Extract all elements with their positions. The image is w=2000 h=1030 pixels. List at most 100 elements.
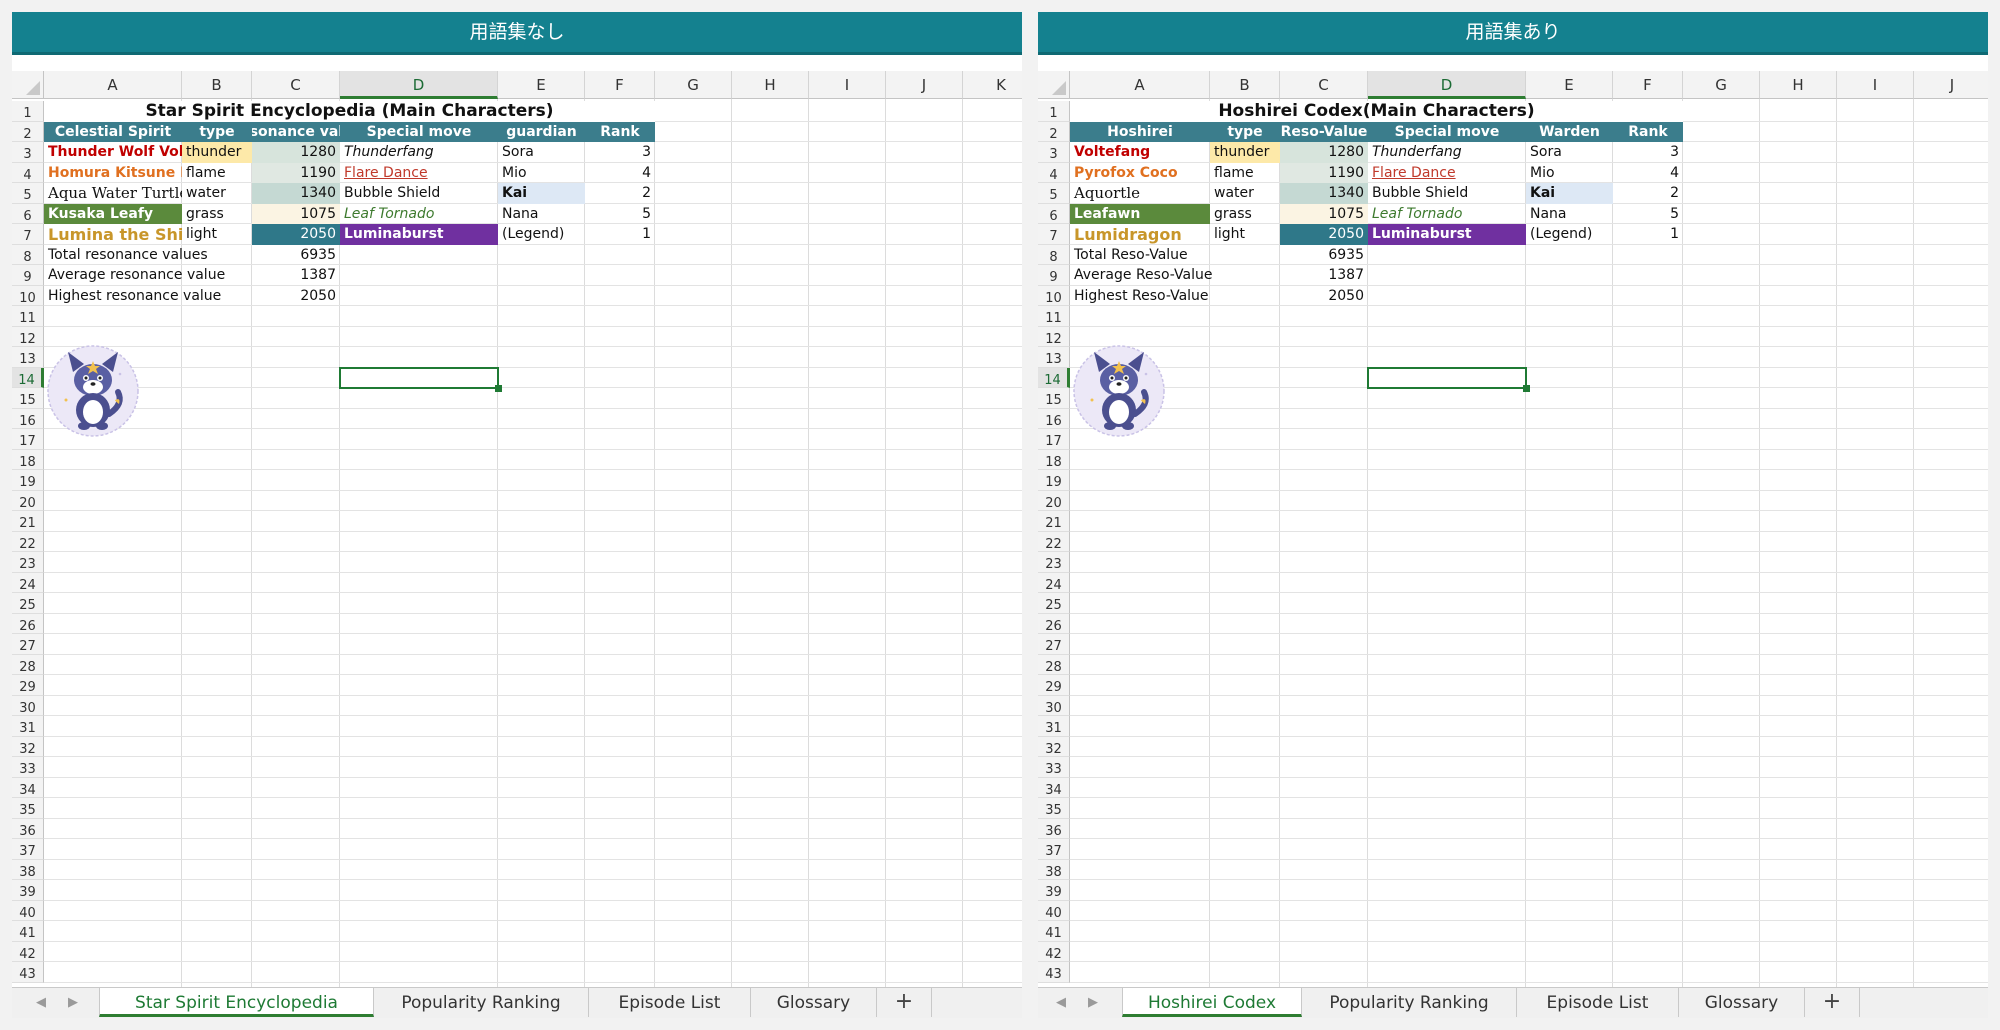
type-cell[interactable]: grass	[182, 204, 252, 225]
guardian-cell[interactable]: (Legend)	[1526, 224, 1613, 245]
row-header[interactable]: 13	[12, 347, 44, 368]
guardian-cell[interactable]: Sora	[498, 142, 585, 163]
row-header[interactable]: 2	[1038, 121, 1070, 142]
row-header[interactable]: 22	[12, 531, 44, 552]
column-header-k[interactable]: K	[963, 71, 1022, 99]
column-header-e[interactable]: E	[498, 71, 585, 99]
column-header-f[interactable]: F	[585, 71, 655, 99]
header-type[interactable]: type	[182, 121, 252, 142]
add-sheet-button[interactable]: +	[877, 988, 932, 1017]
active-cell-selection[interactable]	[339, 366, 502, 392]
row-header[interactable]: 34	[12, 777, 44, 798]
row-header[interactable]: 1	[12, 101, 44, 122]
spirit-name-cell[interactable]: Pyrofox Coco	[1070, 163, 1210, 184]
row-header[interactable]: 18	[12, 449, 44, 470]
row-header[interactable]: 11	[1038, 306, 1070, 327]
row-header[interactable]: 32	[12, 736, 44, 757]
row-header[interactable]: 18	[1038, 449, 1070, 470]
summary-value[interactable]: 6935	[1280, 245, 1368, 266]
row-header[interactable]: 37	[1038, 839, 1070, 860]
value-cell[interactable]: 1190	[252, 162, 340, 183]
row-header[interactable]: 3	[12, 142, 44, 163]
row-header[interactable]: 8	[1038, 244, 1070, 265]
special-move-cell[interactable]: Luminaburst	[340, 224, 498, 245]
guardian-cell[interactable]: Nana	[498, 204, 585, 225]
row-header[interactable]: 14	[12, 367, 44, 388]
header-special-move[interactable]: Special move	[1368, 121, 1526, 142]
sheet-tab-episode-list[interactable]: Episode List	[1517, 988, 1679, 1017]
value-cell[interactable]: 1340	[252, 183, 340, 204]
column-header-b[interactable]: B	[182, 71, 252, 99]
row-header[interactable]: 31	[1038, 716, 1070, 737]
row-header[interactable]: 41	[12, 921, 44, 942]
summary-label[interactable]: Average resonance value	[44, 265, 252, 286]
header-rank[interactable]: Rank	[585, 121, 655, 142]
sheet-tab-episode-list[interactable]: Episode List	[589, 988, 751, 1017]
row-header[interactable]: 9	[1038, 265, 1070, 286]
summary-label[interactable]: Highest resonance value	[44, 286, 252, 307]
summary-value[interactable]: 1387	[252, 265, 340, 286]
header-value[interactable]: Reso-Value	[1280, 121, 1368, 142]
row-header[interactable]: 13	[1038, 347, 1070, 368]
rank-cell[interactable]: 4	[585, 163, 655, 184]
row-header[interactable]: 12	[12, 326, 44, 347]
row-header[interactable]: 32	[1038, 736, 1070, 757]
sheet-tab-hoshirei-codex[interactable]: Hoshirei Codex	[1122, 988, 1302, 1017]
value-cell[interactable]: 1075	[1280, 203, 1368, 224]
row-header[interactable]: 26	[12, 613, 44, 634]
row-header[interactable]: 16	[12, 408, 44, 429]
summary-value[interactable]: 2050	[1280, 286, 1368, 307]
rank-cell[interactable]: 1	[585, 224, 655, 245]
sheet-tab-glossary[interactable]: Glossary	[751, 988, 877, 1017]
column-header-b[interactable]: B	[1210, 71, 1280, 99]
row-header[interactable]: 3	[1038, 142, 1070, 163]
row-header[interactable]: 40	[1038, 900, 1070, 921]
row-header[interactable]: 31	[12, 716, 44, 737]
column-header-f[interactable]: F	[1613, 71, 1683, 99]
column-header-i[interactable]: I	[809, 71, 886, 99]
row-header[interactable]: 37	[12, 839, 44, 860]
summary-label[interactable]: Highest Reso-Value	[1070, 286, 1280, 307]
special-move-cell[interactable]: Leaf Tornado	[1368, 204, 1526, 225]
add-sheet-button[interactable]: +	[1805, 988, 1860, 1017]
column-header-h[interactable]: H	[1760, 71, 1837, 99]
row-header[interactable]: 25	[12, 593, 44, 614]
spirit-name-cell[interactable]: Voltefang	[1070, 142, 1210, 163]
header-value[interactable]: Resonance value	[252, 121, 340, 142]
value-cell[interactable]: 1075	[252, 203, 340, 224]
row-header[interactable]: 38	[12, 859, 44, 880]
row-header[interactable]: 23	[1038, 552, 1070, 573]
row-header[interactable]: 11	[12, 306, 44, 327]
special-move-cell[interactable]: Luminaburst	[1368, 224, 1526, 245]
value-cell[interactable]: 2050	[252, 224, 340, 245]
row-header[interactable]: 15	[1038, 388, 1070, 409]
rank-cell[interactable]: 1	[1613, 224, 1683, 245]
column-header-i[interactable]: I	[1837, 71, 1914, 99]
row-header[interactable]: 27	[1038, 634, 1070, 655]
spirit-name-cell[interactable]: Leafawn	[1070, 203, 1210, 224]
row-header[interactable]: 6	[1038, 203, 1070, 224]
type-cell[interactable]: thunder	[1210, 142, 1280, 163]
row-header[interactable]: 1	[1038, 101, 1070, 122]
row-header[interactable]: 8	[12, 244, 44, 265]
row-header[interactable]: 42	[12, 941, 44, 962]
special-move-cell[interactable]: Flare Dance	[340, 163, 498, 184]
row-header[interactable]: 16	[1038, 408, 1070, 429]
row-header[interactable]: 21	[1038, 511, 1070, 532]
row-header[interactable]: 43	[12, 962, 44, 983]
header-special-move[interactable]: Special move	[340, 121, 498, 142]
row-header[interactable]: 33	[1038, 757, 1070, 778]
guardian-cell[interactable]: Kai	[498, 183, 585, 204]
row-header[interactable]: 22	[1038, 531, 1070, 552]
sheet-tab-glossary[interactable]: Glossary	[1679, 988, 1805, 1017]
column-header-c[interactable]: C	[252, 71, 340, 99]
row-header[interactable]: 30	[1038, 695, 1070, 716]
rank-cell[interactable]: 4	[1613, 163, 1683, 184]
guardian-cell[interactable]: Mio	[498, 163, 585, 184]
row-header[interactable]: 30	[12, 695, 44, 716]
row-header[interactable]: 5	[12, 183, 44, 204]
guardian-cell[interactable]: Mio	[1526, 163, 1613, 184]
spreadsheet-grid[interactable]: A B C D E F G H I J K 1 2 3 4 5 6 7 8 9 10 11 12 13 14 15 16 17 18 19…	[12, 55, 1022, 988]
row-header[interactable]: 26	[1038, 613, 1070, 634]
row-header[interactable]: 41	[1038, 921, 1070, 942]
